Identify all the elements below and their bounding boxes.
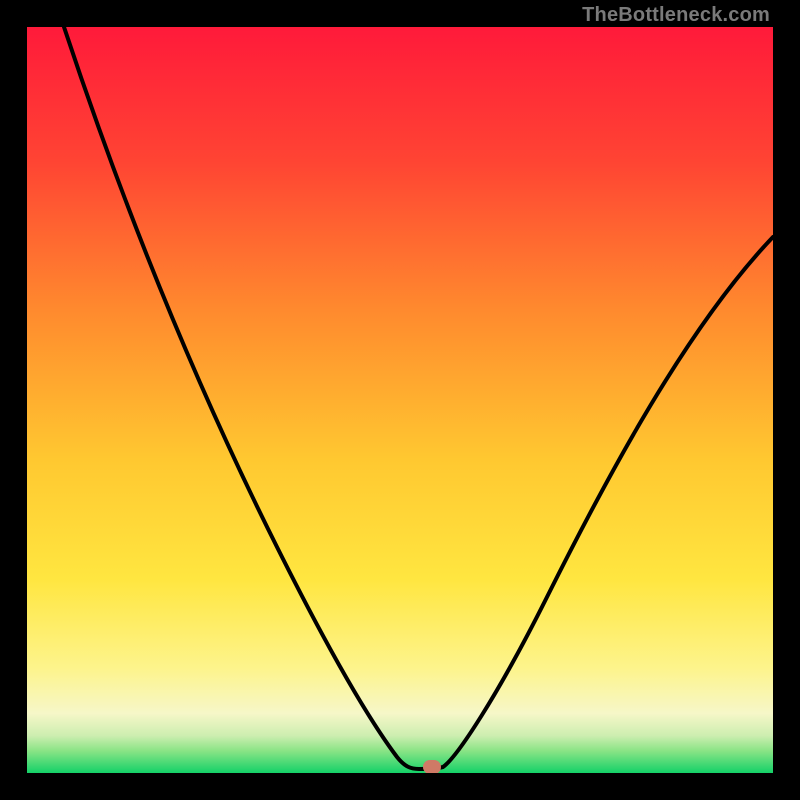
chart-frame: TheBottleneck.com [0, 0, 800, 800]
plot-area [27, 27, 773, 773]
watermark-text: TheBottleneck.com [582, 4, 770, 27]
curve-path [64, 27, 773, 769]
bottleneck-curve [27, 27, 773, 773]
optimal-point-marker [423, 760, 441, 773]
